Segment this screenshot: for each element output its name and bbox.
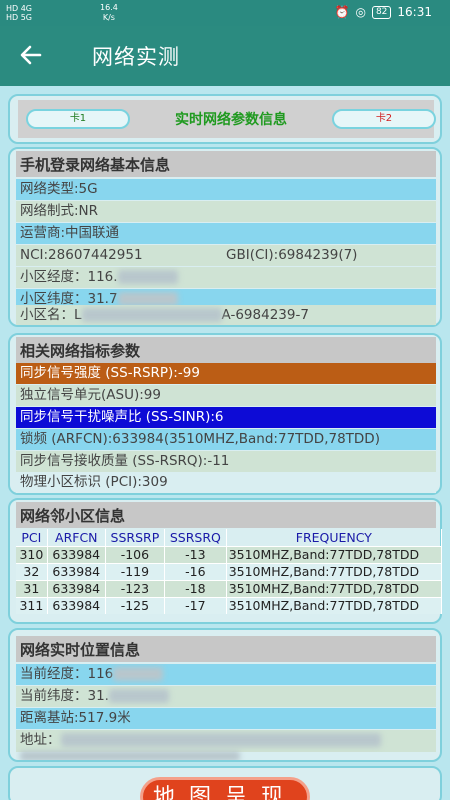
operator-row: 运营商:中国联通 <box>16 223 436 244</box>
redacted-block <box>113 667 164 681</box>
redacted-block <box>117 292 178 306</box>
battery-badge: 82 <box>371 5 392 19</box>
cell-frequency: 3510MHZ,Band:77TDD,78TDD <box>226 596 443 614</box>
redacted-block <box>60 733 381 747</box>
net-speed-value: 16.4 <box>100 3 118 12</box>
back-button[interactable] <box>18 42 48 70</box>
cell-name-row: 小区名：L A-6984239-7 <box>16 305 436 325</box>
arfcn-row: 锁频 (ARFCN):633984(3510MHZ,Band:77TDD,78T… <box>16 429 436 450</box>
current-latitude-value: 当前纬度：31. <box>20 688 109 704</box>
map-view-button[interactable]: 地图呈现 <box>140 777 310 800</box>
cell-arfcn: 633984 <box>47 596 106 614</box>
address-continued <box>16 746 436 760</box>
cell-name-suffix: A-6984239-7 <box>221 307 309 323</box>
signal-indicators: HD 4G HD 5G <box>6 4 32 22</box>
ss-rsrq-row: 同步信号接收质量 (SS-RSRQ):-11 <box>16 451 436 472</box>
neighbor-table: PCI ARFCN SSRSRP SSRSRQ FREQUENCY 310 63… <box>16 529 443 614</box>
sim2-signal-text: HD 5G <box>6 13 33 22</box>
arrow-left-icon <box>20 45 42 65</box>
col-frequency: FREQUENCY <box>226 529 443 546</box>
realtime-params-title: 实时网络参数信息 <box>175 112 287 128</box>
cell-longitude-row: 小区经度：116. <box>16 267 436 288</box>
metrics-header: 相关网络指标参数 <box>16 337 436 363</box>
redacted-block <box>108 689 169 703</box>
cell-ssrsrq: -18 <box>164 579 227 597</box>
cell-ssrsrq: -17 <box>164 596 227 614</box>
sim-tab-card: 卡1 实时网络参数信息 卡2 <box>8 94 442 144</box>
cell-arfcn: 633984 <box>47 545 106 563</box>
alarm-icon: ⏰ <box>334 5 350 19</box>
redacted-block <box>81 308 222 322</box>
neighbor-cells-card: 网络邻小区信息 PCI ARFCN SSRSRP SSRSRQ FREQUENC… <box>8 498 443 624</box>
redacted-block <box>117 270 178 284</box>
col-pci: PCI <box>16 529 48 546</box>
basic-info-header: 手机登录网络基本信息 <box>16 151 436 177</box>
net-speed-unit: K/s <box>102 13 115 22</box>
redacted-block <box>20 751 240 760</box>
status-right: ⏰ ◎ 82 16:31 <box>335 5 432 19</box>
app-bar: 网络实测 <box>0 26 450 86</box>
cell-arfcn: 633984 <box>47 562 106 580</box>
cell-pci: 311 <box>16 596 48 614</box>
location-card: 网络实时位置信息 当前经度：116 当前纬度：31. 距离基站:517.9米 地… <box>8 628 442 762</box>
cell-ssrsrp: -119 <box>105 562 165 580</box>
table-row: 310 633984 -106 -13 3510MHZ,Band:77TDD,7… <box>16 545 443 563</box>
table-row: 32 633984 -119 -16 3510MHZ,Band:77TDD,78… <box>16 562 443 580</box>
cell-frequency: 3510MHZ,Band:77TDD,78TDD <box>226 562 443 580</box>
sim1-button[interactable]: 卡1 <box>26 109 130 129</box>
current-longitude-value: 当前经度：116 <box>20 666 114 682</box>
pci-row: 物理小区标识 (PCI):309 <box>16 472 436 493</box>
basic-info-card: 手机登录网络基本信息 网络类型:5G 网络制式:NR 运营商:中国联通 NCI:… <box>8 147 442 327</box>
cell-frequency: 3510MHZ,Band:77TDD,78TDD <box>226 579 443 597</box>
asu-row: 独立信号单元(ASU):99 <box>16 385 436 406</box>
cell-ssrsrq: -16 <box>164 562 227 580</box>
distance-row: 距离基站:517.9米 <box>16 708 436 729</box>
sim2-button[interactable]: 卡2 <box>332 109 436 129</box>
current-latitude-row: 当前纬度：31. <box>16 686 436 707</box>
cell-pci: 31 <box>16 579 48 597</box>
current-longitude-row: 当前经度：116 <box>16 664 436 685</box>
cell-ssrsrp: -125 <box>105 596 165 614</box>
ss-rsrp-row: 同步信号强度 (SS-RSRP):-99 <box>16 363 436 384</box>
status-bar: HD 4G HD 5G 16.4 K/s ⏰ ◎ 82 16:31 <box>0 0 450 26</box>
cell-ssrsrq: -13 <box>164 545 227 563</box>
network-standard-row: 网络制式:NR <box>16 201 436 222</box>
col-ssrsrq: SSRSRQ <box>164 529 227 546</box>
location-icon: ◎ <box>355 5 366 19</box>
table-row: 31 633984 -123 -18 3510MHZ,Band:77TDD,78… <box>16 579 443 597</box>
nci-row: NCI:28607442951 GBI(CI):6984239(7) <box>16 245 436 266</box>
page-title: 网络实测 <box>92 45 180 69</box>
location-header: 网络实时位置信息 <box>16 636 436 662</box>
nci-value: NCI:28607442951 <box>20 247 143 263</box>
cell-arfcn: 633984 <box>47 579 106 597</box>
table-row: 311 633984 -125 -17 3510MHZ,Band:77TDD,7… <box>16 596 443 614</box>
network-speed: 16.4 K/s <box>100 3 118 23</box>
neighbor-header: 网络邻小区信息 <box>16 502 436 528</box>
sim1-signal-text: HD 4G <box>6 4 33 13</box>
cell-name-prefix: 小区名：L <box>20 307 82 323</box>
cell-ssrsrp: -123 <box>105 579 165 597</box>
gbi-value: GBI(CI):6984239(7) <box>226 247 358 263</box>
col-arfcn: ARFCN <box>47 529 106 546</box>
metrics-card: 相关网络指标参数 同步信号强度 (SS-RSRP):-99 独立信号单元(ASU… <box>8 333 442 495</box>
network-type-row: 网络类型:5G <box>16 179 436 200</box>
cell-longitude-value: 小区经度：116. <box>20 269 118 285</box>
sim-tab-strip: 卡1 实时网络参数信息 卡2 <box>18 100 436 138</box>
cell-pci: 310 <box>16 545 48 563</box>
clock: 16:31 <box>397 5 432 19</box>
col-ssrsrp: SSRSRP <box>105 529 165 546</box>
neighbor-table-header-row: PCI ARFCN SSRSRP SSRSRQ FREQUENCY <box>16 529 443 546</box>
ss-sinr-row: 同步信号干扰噪声比 (SS-SINR):6 <box>16 407 436 428</box>
cell-frequency: 3510MHZ,Band:77TDD,78TDD <box>226 545 443 563</box>
cell-pci: 32 <box>16 562 48 580</box>
cell-ssrsrp: -106 <box>105 545 165 563</box>
